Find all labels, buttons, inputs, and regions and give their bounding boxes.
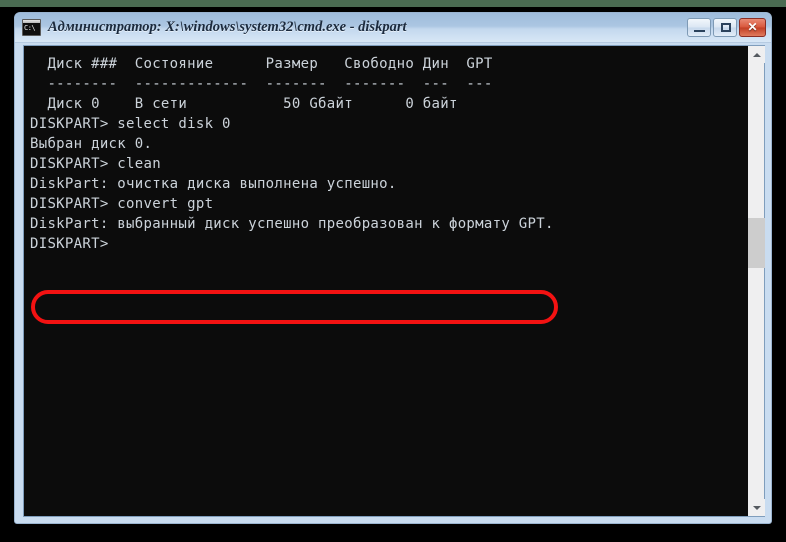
- console-scrollbar[interactable]: [747, 46, 765, 516]
- console-frame: Диск ### Состояние Размер Свободно Дин G…: [23, 45, 765, 517]
- console-output[interactable]: Диск ### Состояние Размер Свободно Дин G…: [24, 46, 747, 516]
- console-line-command: DISKPART> select disk 0: [30, 116, 231, 132]
- window-title: Администратор: X:\windows\system32\cmd.e…: [48, 19, 407, 35]
- console-line: -------- ------------- ------- ------- -…: [30, 76, 493, 92]
- chevron-down-icon: [752, 505, 761, 510]
- console-line-highlighted: DiskPart: выбранный диск успешно преобра…: [30, 216, 554, 232]
- console-line: Выбран диск 0.: [30, 136, 153, 152]
- window-titlebar[interactable]: C:\ Администратор: X:\windows\system32\c…: [15, 13, 771, 43]
- scrollbar-up-button[interactable]: [748, 46, 765, 63]
- cmd-window: C:\ Администратор: X:\windows\system32\c…: [14, 12, 772, 524]
- console-line: Диск ### Состояние Размер Свободно Дин G…: [30, 56, 493, 72]
- console-line: Диск 0 В сети 50 Gбайт 0 байт: [30, 96, 458, 112]
- console-line-command: DISKPART> convert gpt: [30, 196, 214, 212]
- cmd-icon-glyph: C:\: [24, 24, 36, 32]
- close-button[interactable]: ✕: [739, 18, 766, 37]
- close-icon: ✕: [747, 20, 758, 34]
- window-controls: ✕: [687, 18, 771, 37]
- console-line-command: DISKPART> clean: [30, 156, 161, 172]
- scrollbar-down-button[interactable]: [748, 499, 765, 516]
- screenshot-root: C:\ Администратор: X:\windows\system32\c…: [0, 0, 786, 542]
- console-prompt: DISKPART>: [30, 236, 109, 252]
- cmd-console-icon: C:\: [22, 19, 41, 36]
- maximize-icon: [721, 23, 731, 32]
- minimize-icon: [694, 30, 705, 32]
- chevron-up-icon: [752, 52, 761, 57]
- minimize-button[interactable]: [687, 18, 711, 37]
- desktop-background-strip: [0, 0, 786, 7]
- console-line: DiskPart: очистка диска выполнена успешн…: [30, 176, 397, 192]
- scrollbar-thumb[interactable]: [748, 218, 765, 268]
- maximize-button[interactable]: [713, 18, 737, 37]
